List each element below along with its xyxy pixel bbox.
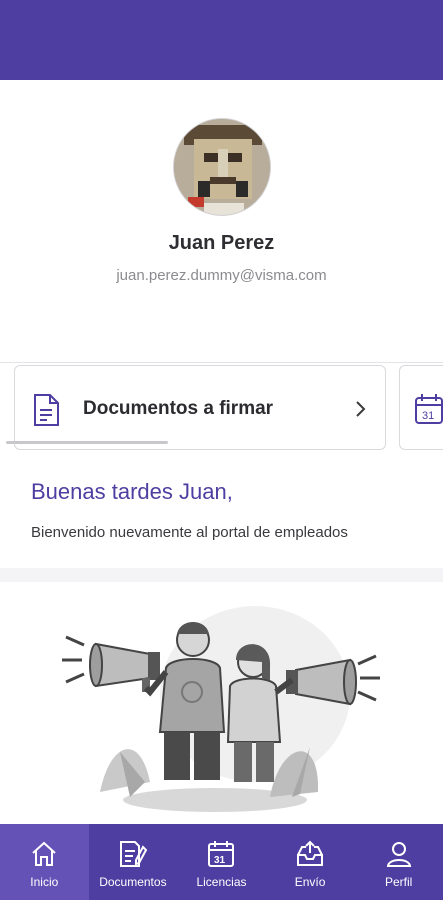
greeting-title: Buenas tardes Juan, (31, 479, 233, 504)
quick-actions-carousel[interactable]: Documentos a firmar 31 (0, 363, 443, 463)
nav-label-envio: Envío (294, 875, 326, 889)
nav-label-licencias: Licencias (196, 875, 247, 889)
nav-item-licencias[interactable]: 31 Licencias (177, 824, 266, 900)
document-icon (31, 393, 61, 432)
chevron-right-icon (355, 400, 367, 423)
nav-item-perfil[interactable]: Perfil (354, 824, 443, 900)
megaphone-people-illustration (62, 606, 380, 812)
calendar-icon: 31 (208, 841, 235, 867)
greeting-subtitle: Bienvenido nuevamente al portal de emple… (31, 524, 348, 541)
carousel-scrollbar[interactable] (6, 441, 168, 444)
nav-label-inicio: Inicio (30, 875, 59, 889)
avatar-image (174, 119, 270, 215)
document-sign-icon (119, 841, 148, 867)
nav-label-perfil: Perfil (385, 875, 413, 889)
nav-item-documentos[interactable]: Documentos (89, 824, 178, 900)
top-app-bar (0, 0, 443, 80)
documents-to-sign-card[interactable]: Documentos a firmar (14, 365, 386, 450)
svg-text:31: 31 (214, 855, 226, 866)
svg-text:31: 31 (422, 410, 434, 422)
profile-email: juan.perez.dummy@visma.com (116, 267, 327, 284)
inbox-upload-icon (297, 840, 324, 866)
nav-item-envio[interactable]: Envío (266, 824, 355, 900)
nav-item-inicio[interactable]: Inicio (0, 824, 89, 900)
calendar-icon: 31 (414, 393, 443, 430)
leave-card[interactable]: 31 (399, 365, 443, 450)
bottom-navigation: Inicio Documentos 31 Licencias Envío Per… (0, 824, 443, 900)
welcome-illustration (0, 582, 443, 824)
home-icon (32, 841, 56, 866)
avatar[interactable] (173, 118, 271, 216)
profile-name: Juan Perez (168, 232, 275, 254)
profile-card: Juan Perez juan.perez.dummy@visma.com (0, 80, 443, 363)
documents-to-sign-label: Documentos a firmar (83, 398, 274, 419)
greeting-section: Buenas tardes Juan, Bienvenido nuevament… (0, 463, 443, 568)
nav-label-documentos: Documentos (99, 875, 167, 889)
user-icon (386, 842, 411, 867)
